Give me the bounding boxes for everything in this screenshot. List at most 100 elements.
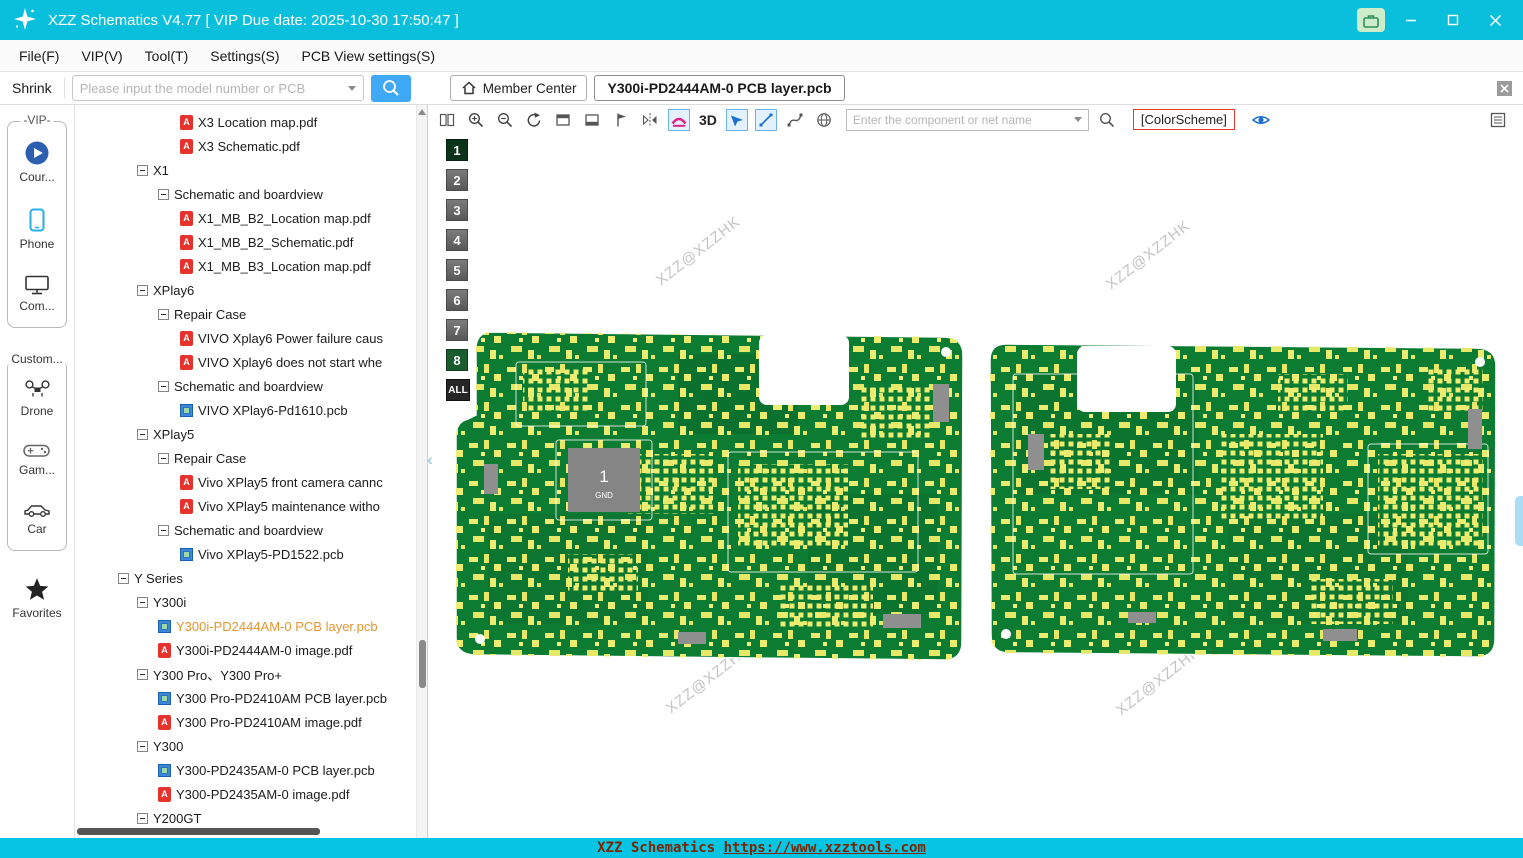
tree-item[interactable]: VIVO Xplay6 does not start whe [75,350,427,374]
search-button[interactable] [370,74,411,102]
tree-folder[interactable]: Y200GT [75,806,427,830]
collapse-icon[interactable] [118,572,129,584]
scrollbar-thumb[interactable] [419,640,426,688]
collapse-icon[interactable] [137,284,148,296]
menu-tool[interactable]: Tool(T) [134,40,200,71]
tree-item[interactable]: Vivo XPlay5 front camera cannc [75,470,427,494]
layer-tab-6[interactable]: 6 [446,289,468,311]
component-search-combobox[interactable] [845,108,1089,131]
right-panel-handle[interactable] [1515,496,1523,546]
collapse-icon[interactable] [158,452,169,464]
tree-folder[interactable]: Repair Case [75,446,427,470]
pcb-board-right[interactable] [989,343,1497,658]
tree-item[interactable]: Y300i-PD2444AM-0 image.pdf [75,638,427,662]
collapse-icon[interactable] [158,188,169,200]
menu-file[interactable]: File(F) [8,40,70,71]
collapse-icon[interactable] [158,380,169,392]
collapse-icon[interactable] [137,812,148,824]
visibility-button[interactable] [1250,109,1272,131]
layer-tab-3[interactable]: 3 [446,199,468,221]
component-search-input[interactable] [852,112,1070,127]
license-button[interactable] [1357,8,1385,32]
pcb-canvas[interactable]: XZZ@XZZHK XZZ@XZZHK XZZ@XZZHK XZZ@XZZHK [428,134,1522,838]
tree-folder[interactable]: Y Series [75,566,427,590]
layer-tab-5[interactable]: 5 [446,259,468,281]
document-tab[interactable]: Y300i-PD2444AM-0 PCB layer.pcb [594,75,845,101]
sidebar-item-car[interactable]: Car [23,501,51,536]
shrink-button[interactable]: Shrink [10,77,65,99]
split-view-button[interactable] [436,109,458,131]
tree-item-selected[interactable]: Y300i-PD2444AM-0 PCB layer.pcb [75,614,427,638]
tree-item[interactable]: X3 Location map.pdf [75,110,427,134]
mirror-button[interactable] [639,109,661,131]
colorscheme-button[interactable]: [ColorScheme] [1132,109,1235,130]
sidebar-item-computer[interactable]: Com... [19,275,55,313]
layer-tab-4[interactable]: 4 [446,229,468,251]
pin-flag-button[interactable] [610,109,632,131]
layer-panel-button[interactable] [1487,109,1509,131]
tree-item[interactable]: Y300-PD2435AM-0 PCB layer.pcb [75,758,427,782]
tree-item[interactable]: X1_MB_B2_Schematic.pdf [75,230,427,254]
tree-folder[interactable]: Y300 Pro、Y300 Pro+ [75,662,427,686]
tree-item[interactable]: Y300 Pro-PD2410AM PCB layer.pcb [75,686,427,710]
measure-tool-button[interactable] [754,108,777,131]
collapse-icon[interactable] [137,164,148,176]
board-top-view-button[interactable] [552,109,574,131]
layer-tab-1[interactable]: 1 [446,139,468,161]
menu-pcb-view-settings[interactable]: PCB View settings(S) [290,40,446,71]
sidebar-item-courses[interactable]: Cour... [19,140,55,184]
component-search-button[interactable] [1096,109,1118,131]
tree-folder[interactable]: Y300i [75,590,427,614]
arrow-tool-button[interactable] [725,108,748,131]
tree-folder[interactable]: Y300 [75,734,427,758]
tree-item[interactable]: Vivo XPlay5 maintenance witho [75,494,427,518]
maximize-button[interactable] [1437,6,1469,34]
board-bottom-view-button[interactable] [581,109,603,131]
tree-item[interactable]: Y300 Pro-PD2410AM image.pdf [75,710,427,734]
menu-vip[interactable]: VIP(V) [70,40,133,71]
collapse-icon[interactable] [137,740,148,752]
tree-folder[interactable]: Schematic and boardview [75,374,427,398]
tree-item[interactable]: X1_MB_B3_Location map.pdf [75,254,427,278]
zoom-out-button[interactable] [494,109,516,131]
tree-folder[interactable]: X1 [75,158,427,182]
sidebar-item-phone[interactable]: Phone [20,208,54,251]
tree-folder[interactable]: XPlay5 [75,422,427,446]
tree-item[interactable]: Vivo XPlay5-PD1522.pcb [75,542,427,566]
tree-folder[interactable]: Repair Case [75,302,427,326]
collapse-icon[interactable] [158,524,169,536]
sidebar-item-favorites[interactable]: Favorites [12,577,62,620]
tree-item[interactable]: Y300-PD2435AM-0 image.pdf [75,782,427,806]
status-url-link[interactable]: https://www.xzztools.com [724,840,926,856]
tree-horizontal-scrollbar[interactable] [77,828,320,835]
layer-tab-8[interactable]: 8 [446,349,468,371]
tree-item[interactable]: VIVO Xplay6 Power failure caus [75,326,427,350]
tree-folder[interactable]: XPlay6 [75,278,427,302]
collapse-icon[interactable] [137,668,148,680]
layer-tab-2[interactable]: 2 [446,169,468,191]
sidebar-item-drone[interactable]: Drone [21,379,53,418]
panel-collapse-handle[interactable] [424,447,436,473]
layer-tab-7[interactable]: 7 [446,319,468,341]
tree-item[interactable]: VIVO XPlay6-Pd1610.pcb [75,398,427,422]
menu-settings[interactable]: Settings(S) [199,40,290,71]
sidebar-item-games[interactable]: Gam... [19,442,55,477]
chevron-down-icon[interactable] [1073,117,1082,122]
model-search-input[interactable] [79,80,343,96]
pcb-board-left[interactable]: 1 GND [455,331,964,661]
curve-tool-button[interactable] [784,109,806,131]
collapse-icon[interactable] [137,428,148,440]
layer-tab-all[interactable]: ALL [446,379,470,401]
close-button[interactable] [1479,6,1511,34]
tab-close-button[interactable] [1496,80,1513,97]
collapse-icon[interactable] [158,308,169,320]
rotate-button[interactable] [523,109,545,131]
collapse-icon[interactable] [137,596,148,608]
flip-highlight-button[interactable] [668,108,690,131]
minimize-button[interactable] [1395,6,1427,34]
zoom-in-button[interactable] [465,109,487,131]
model-search-combobox[interactable] [71,75,364,101]
member-center-button[interactable]: Member Center [449,75,588,101]
chevron-down-icon[interactable] [347,85,356,91]
tree-folder[interactable]: Schematic and boardview [75,518,427,542]
